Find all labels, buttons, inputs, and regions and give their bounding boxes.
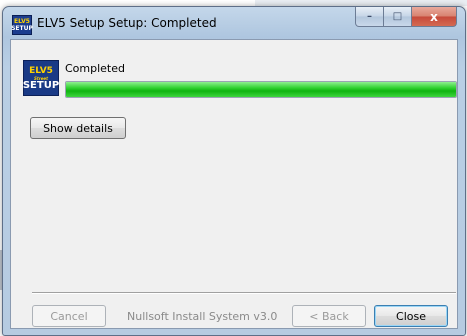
close-button[interactable]: Close xyxy=(374,305,448,327)
minimize-icon: – xyxy=(367,11,372,22)
cancel-button[interactable]: Cancel xyxy=(32,305,106,327)
maximize-icon: □ xyxy=(392,11,403,22)
title-bar[interactable]: ELV5 SETUP ELV5 Setup Setup: Completed –… xyxy=(3,7,465,39)
back-button[interactable]: < Back xyxy=(292,305,366,327)
app-icon-text-bottom: SETUP xyxy=(11,25,33,32)
install-status: Completed xyxy=(65,62,125,75)
footer-separator xyxy=(32,292,456,294)
installer-client-area: ELV5 Street SETUP Completed Show details… xyxy=(10,39,458,329)
elv5-logo: ELV5 Street SETUP xyxy=(23,60,59,96)
close-window-button[interactable]: x xyxy=(412,7,457,27)
installer-window: ELV5 SETUP ELV5 Setup Setup: Completed –… xyxy=(2,6,466,336)
nsis-branding: Nullsoft Install System v3.0 xyxy=(127,310,278,323)
elv5-setup-icon[interactable]: ELV5 SETUP xyxy=(11,15,33,35)
progress-fill xyxy=(66,82,456,97)
window-title: ELV5 Setup Setup: Completed xyxy=(37,16,217,30)
close-icon: x xyxy=(430,9,438,24)
show-details-button[interactable]: Show details xyxy=(30,117,126,139)
app-icon-text-top: ELV5 xyxy=(14,18,30,25)
minimize-button[interactable]: – xyxy=(355,7,384,27)
logo-text-top: ELV5 xyxy=(29,65,53,76)
caption-buttons: – □ x xyxy=(355,7,457,27)
logo-text-bottom: SETUP xyxy=(22,79,60,91)
install-progress-bar xyxy=(65,81,457,98)
maximize-button[interactable]: □ xyxy=(384,7,412,27)
